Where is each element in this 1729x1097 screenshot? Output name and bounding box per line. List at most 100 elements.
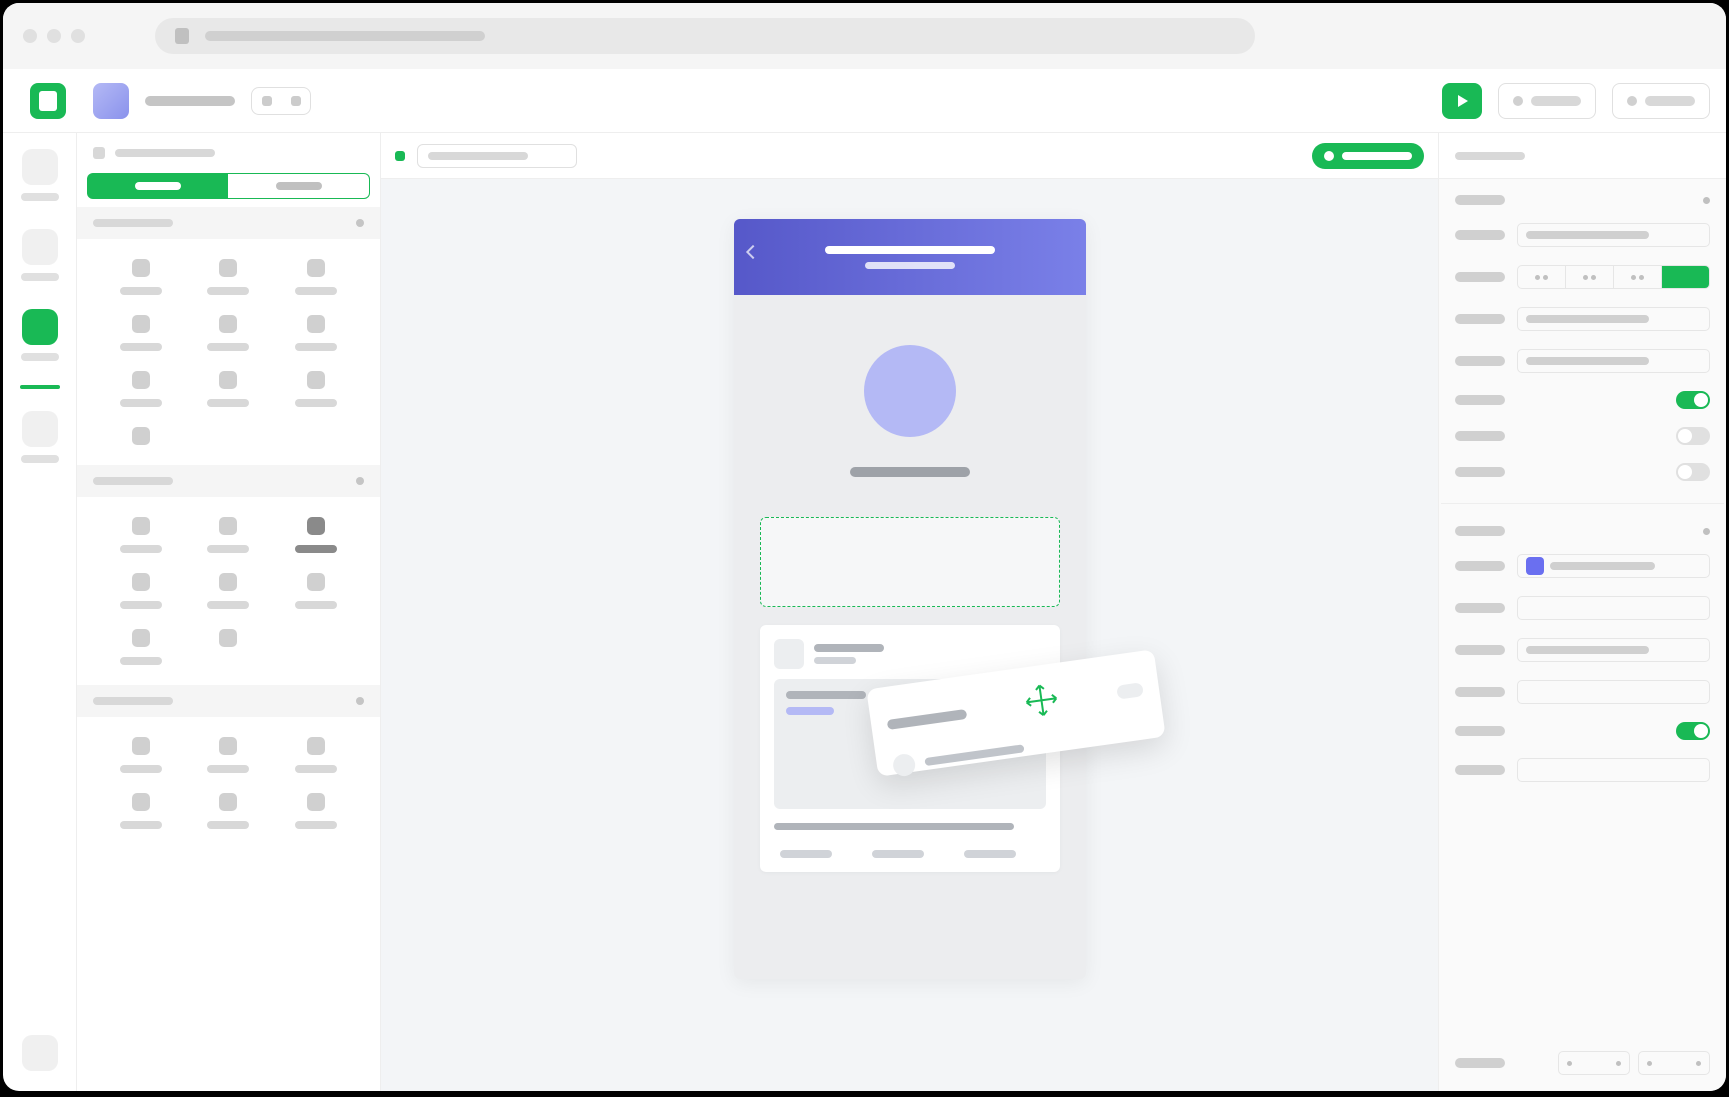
component-item[interactable]	[185, 793, 273, 829]
component-item[interactable]	[185, 737, 273, 773]
component-item[interactable]	[185, 315, 273, 351]
property-field[interactable]	[1517, 596, 1710, 620]
property-row	[1455, 638, 1710, 662]
dot-icon	[356, 219, 364, 227]
tab-1[interactable]	[87, 173, 228, 199]
maximize-icon[interactable]	[71, 29, 85, 43]
canvas	[381, 133, 1438, 1091]
card-action[interactable]	[780, 850, 832, 858]
move-icon	[1020, 679, 1064, 727]
component-item[interactable]	[272, 737, 360, 773]
component-item[interactable]	[185, 517, 273, 553]
property-field[interactable]	[1517, 680, 1710, 704]
toggle-switch[interactable]	[1676, 722, 1710, 740]
segmented-control[interactable]	[1517, 265, 1710, 289]
mode-option-1[interactable]	[262, 96, 272, 106]
component-item[interactable]	[97, 517, 185, 553]
left-panel-tabs	[77, 173, 380, 199]
component-item[interactable]	[97, 793, 185, 829]
canvas-stage[interactable]	[381, 179, 1438, 1091]
toolbar-action-2[interactable]	[1612, 83, 1710, 119]
footer-option-2[interactable]	[1638, 1051, 1710, 1075]
avatar	[864, 345, 956, 437]
property-field[interactable]	[1517, 223, 1710, 247]
card-desc	[774, 823, 1014, 830]
left-panel-header	[77, 133, 380, 173]
property-row	[1455, 596, 1710, 620]
seg-option[interactable]	[1566, 266, 1614, 288]
component-item[interactable]	[185, 259, 273, 295]
mode-switch[interactable]	[251, 87, 311, 115]
component-item[interactable]	[97, 427, 185, 445]
property-row	[1455, 307, 1710, 331]
toggle-switch[interactable]	[1676, 463, 1710, 481]
component-item[interactable]	[97, 737, 185, 773]
section-header-2[interactable]	[77, 465, 380, 497]
project-thumbnail[interactable]	[93, 83, 129, 119]
url-bar[interactable]	[155, 18, 1255, 54]
component-grid-3	[77, 717, 380, 849]
close-icon[interactable]	[23, 29, 37, 43]
seg-option[interactable]	[1518, 266, 1566, 288]
canvas-mode-pill[interactable]	[1312, 143, 1424, 169]
property-field[interactable]	[1517, 307, 1710, 331]
property-field[interactable]	[1517, 349, 1710, 373]
seg-option-active[interactable]	[1662, 266, 1709, 288]
rail-item-3[interactable]	[22, 309, 58, 345]
rail-item-5[interactable]	[22, 1035, 58, 1071]
component-item[interactable]	[185, 371, 273, 407]
app-toolbar	[3, 69, 1726, 133]
component-grid-2	[77, 497, 380, 685]
right-panel	[1438, 133, 1726, 1091]
screen-body	[734, 295, 1086, 892]
dot-icon	[1324, 151, 1334, 161]
color-field[interactable]	[1517, 554, 1710, 578]
toolbar-action-1[interactable]	[1498, 83, 1596, 119]
component-item[interactable]	[272, 793, 360, 829]
component-item[interactable]	[272, 315, 360, 351]
property-row	[1455, 554, 1710, 578]
dot-icon	[356, 477, 364, 485]
rail-label	[21, 193, 59, 201]
component-item[interactable]	[97, 573, 185, 609]
rail-label	[21, 273, 59, 281]
lock-icon	[175, 28, 189, 44]
mode-option-2[interactable]	[291, 96, 301, 106]
component-item[interactable]	[97, 315, 185, 351]
back-icon[interactable]	[745, 245, 759, 259]
property-field[interactable]	[1517, 758, 1710, 782]
property-field[interactable]	[1517, 638, 1710, 662]
play-icon	[1458, 95, 1468, 107]
rail-item-1[interactable]	[22, 149, 58, 185]
toggle-switch[interactable]	[1676, 391, 1710, 409]
rail-label	[21, 353, 59, 361]
card-action[interactable]	[872, 850, 924, 858]
section-title	[1455, 195, 1710, 205]
component-item[interactable]	[97, 629, 185, 665]
component-item[interactable]	[185, 629, 273, 665]
component-item[interactable]	[272, 573, 360, 609]
card-thumbnail	[774, 639, 804, 669]
card-action[interactable]	[964, 850, 1016, 858]
canvas-search[interactable]	[417, 144, 577, 168]
component-item[interactable]	[97, 371, 185, 407]
component-item[interactable]	[272, 371, 360, 407]
rail-item-4[interactable]	[22, 411, 58, 447]
rail-item-2[interactable]	[22, 229, 58, 265]
section-header-3[interactable]	[77, 685, 380, 717]
component-item[interactable]	[185, 573, 273, 609]
component-item[interactable]	[97, 259, 185, 295]
app-logo-icon[interactable]	[30, 83, 66, 119]
phone-mockup[interactable]	[734, 219, 1086, 979]
play-button[interactable]	[1442, 83, 1482, 119]
section-header-1[interactable]	[77, 207, 380, 239]
component-item[interactable]	[272, 517, 360, 553]
toggle-switch[interactable]	[1676, 427, 1710, 445]
component-item[interactable]	[272, 259, 360, 295]
property-row	[1455, 223, 1710, 247]
footer-option-1[interactable]	[1558, 1051, 1630, 1075]
tab-2[interactable]	[228, 173, 370, 199]
drop-zone[interactable]	[760, 517, 1060, 607]
seg-option[interactable]	[1614, 266, 1662, 288]
minimize-icon[interactable]	[47, 29, 61, 43]
